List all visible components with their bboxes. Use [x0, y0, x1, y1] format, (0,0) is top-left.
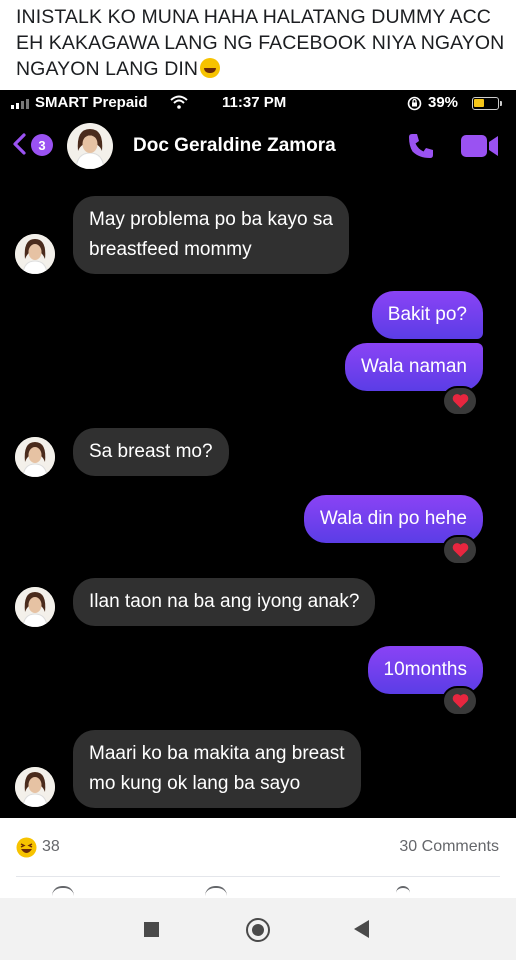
phone-call-icon[interactable] — [405, 130, 437, 162]
heart-reaction[interactable] — [442, 386, 478, 416]
battery-icon — [472, 97, 502, 110]
rotation-lock-icon — [407, 96, 422, 111]
rofl-emoji-icon — [200, 58, 221, 78]
post-caption: INISTALK KO MUNA HAHA HALATANG DUMMY ACC… — [16, 4, 506, 82]
comments-count-link[interactable]: 30 Comments — [399, 838, 499, 856]
message-line: May problema po ba kayo sa — [89, 209, 333, 230]
message-line: breastfeed mommy — [89, 239, 252, 260]
heart-icon — [452, 394, 468, 408]
carrier-label: SMART Prepaid — [35, 94, 148, 111]
heart-icon — [452, 543, 468, 557]
battery-percent: 39% — [428, 94, 459, 111]
contact-avatar-small — [15, 767, 55, 807]
contact-avatar[interactable] — [67, 123, 113, 169]
status-bar: SMART Prepaid 11:37 PM 39% — [0, 90, 516, 116]
incoming-message[interactable]: May problema po ba kayo sa breastfeed mo… — [73, 196, 349, 274]
back-chevron-icon[interactable] — [10, 132, 28, 156]
heart-icon — [452, 694, 468, 708]
back-icon[interactable] — [354, 920, 369, 938]
chat-header: 3 Doc Geraldine Zamora — [0, 116, 516, 176]
message-text: Bakit po? — [387, 304, 467, 325]
message-line: mo kung ok lang ba sayo — [89, 773, 301, 794]
status-time: 11:37 PM — [222, 94, 287, 111]
messenger-screenshot: SMART Prepaid 11:37 PM 39% 3 Doc Geraldi… — [0, 90, 516, 818]
like-action-icon[interactable] — [52, 886, 74, 896]
comment-action-icon[interactable] — [205, 886, 227, 896]
haha-reaction-icon[interactable] — [16, 837, 37, 858]
video-call-icon[interactable] — [460, 133, 500, 159]
incoming-message[interactable]: Sa breast mo? — [73, 428, 229, 476]
message-text: Wala naman — [361, 356, 467, 377]
share-action-icon[interactable] — [396, 886, 410, 896]
wifi-icon — [170, 95, 188, 109]
message-text: Wala din po hehe — [319, 508, 467, 529]
incoming-message[interactable]: Maari ko ba makita ang breast mo kung ok… — [73, 730, 361, 808]
recent-apps-icon[interactable] — [144, 922, 159, 937]
message-text: Sa breast mo? — [89, 441, 213, 462]
divider — [16, 876, 500, 877]
home-icon[interactable] — [246, 918, 270, 942]
message-text: Ilan taon na ba ang iyong anak? — [89, 591, 360, 612]
heart-reaction[interactable] — [442, 535, 478, 565]
message-line: Maari ko ba makita ang breast — [89, 743, 345, 764]
contact-avatar-small — [15, 234, 55, 274]
outgoing-message[interactable]: Bakit po? — [371, 291, 483, 339]
signal-icon — [11, 99, 29, 109]
post-footer: 38 30 Comments — [0, 818, 516, 960]
incoming-message[interactable]: Ilan taon na ba ang iyong anak? — [73, 578, 376, 626]
reaction-count[interactable]: 38 — [42, 838, 60, 856]
contact-name[interactable]: Doc Geraldine Zamora — [133, 135, 336, 157]
contact-avatar-small — [15, 587, 55, 627]
message-text: 10months — [383, 659, 467, 680]
outgoing-message[interactable]: Wala naman — [345, 343, 483, 391]
android-nav-bar — [0, 898, 516, 960]
unread-badge[interactable]: 3 — [31, 134, 53, 156]
post-caption-text: INISTALK KO MUNA HAHA HALATANG DUMMY ACC… — [16, 6, 505, 80]
contact-avatar-small — [15, 437, 55, 477]
heart-reaction[interactable] — [442, 686, 478, 716]
